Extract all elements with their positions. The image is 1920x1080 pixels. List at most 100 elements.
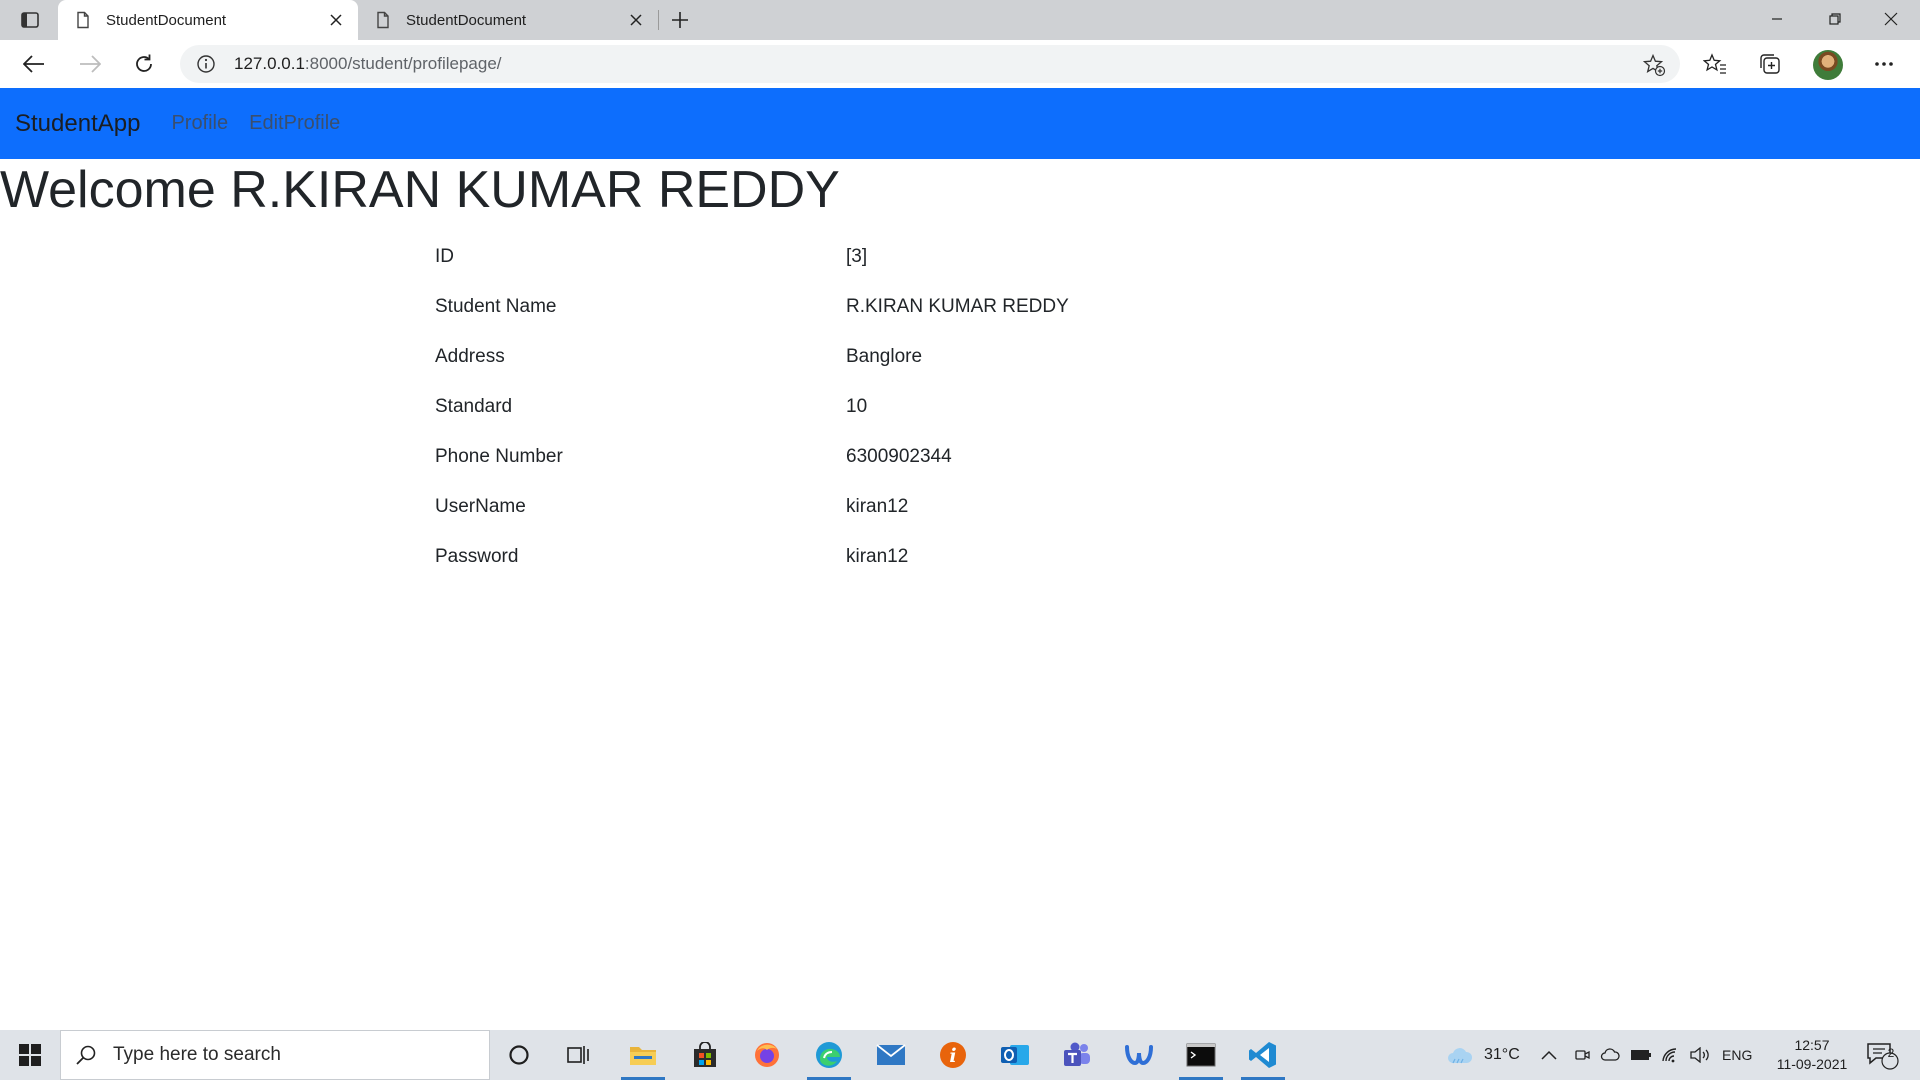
taskbar-mail[interactable] [862, 1030, 920, 1080]
table-row: Address Banglore [420, 332, 1120, 382]
start-button[interactable] [0, 1030, 60, 1080]
field-value: 6300902344 [846, 446, 952, 467]
field-value: R.KIRAN KUMAR REDDY [846, 296, 1069, 317]
url-host: 127.0.0.1 [234, 54, 305, 73]
browser-tab-strip: StudentDocument StudentDocument [0, 0, 1920, 40]
tray-battery[interactable] [1630, 1030, 1652, 1080]
field-value: kiran12 [846, 546, 909, 567]
field-label: Password [435, 546, 519, 567]
field-label: UserName [435, 496, 526, 517]
collections-button[interactable] [1752, 48, 1788, 80]
profile-table: ID [3] Student Name R.KIRAN KUMAR REDDY … [420, 232, 1120, 582]
close-window-button[interactable] [1862, 0, 1920, 38]
field-label: Address [435, 346, 505, 367]
weather-temperature: 31°C [1484, 1046, 1520, 1063]
refresh-button[interactable] [126, 48, 162, 80]
search-placeholder: Type here to search [113, 1044, 281, 1065]
taskbar-teams[interactable] [1048, 1030, 1106, 1080]
tab-title: StudentDocument [406, 11, 527, 29]
table-row: Phone Number 6300902344 [420, 432, 1120, 482]
document-icon [377, 11, 389, 29]
mail-icon [876, 1044, 906, 1065]
info-app-icon: i [940, 1042, 966, 1068]
language-indicator[interactable]: ENG [1722, 1030, 1752, 1080]
edge-icon [816, 1042, 842, 1068]
nav-link-editprofile[interactable]: EditProfile [249, 112, 340, 135]
tab-actions-button[interactable] [14, 8, 46, 32]
battery-icon [1631, 1050, 1651, 1060]
table-row: ID [3] [420, 232, 1120, 282]
forward-button[interactable] [72, 48, 108, 80]
search-icon [76, 1045, 96, 1065]
taskbar-firefox[interactable] [738, 1030, 796, 1080]
taskbar-terminal[interactable] [1172, 1030, 1230, 1080]
tab-studentdocument-2[interactable]: StudentDocument [358, 0, 658, 40]
firefox-icon [755, 1043, 779, 1067]
taskbar-edge[interactable] [800, 1030, 858, 1080]
webex-icon [1125, 1045, 1153, 1066]
info-icon[interactable] [196, 54, 216, 74]
tab-close-button[interactable] [622, 6, 650, 34]
tray-volume[interactable] [1690, 1030, 1712, 1080]
windows-taskbar: Type here to search i 31°C ENG 12:57 11-… [0, 1030, 1920, 1080]
notification-center-button[interactable]: 2 [1866, 1030, 1900, 1080]
new-tab-button[interactable] [666, 6, 694, 34]
tray-overflow-button[interactable] [1541, 1030, 1557, 1080]
document-icon [77, 11, 89, 29]
close-icon [1884, 12, 1898, 26]
taskbar-clock[interactable]: 12:57 11-09-2021 [1770, 1036, 1854, 1074]
taskbar-outlook[interactable] [986, 1030, 1044, 1080]
table-row: UserName kiran12 [420, 482, 1120, 532]
profile-avatar[interactable] [1813, 50, 1843, 80]
arrow-left-icon [23, 55, 44, 73]
refresh-icon [136, 54, 152, 72]
svg-text:i: i [949, 1045, 956, 1067]
app-navbar: StudentApp Profile EditProfile [0, 88, 1920, 159]
taskbar-file-explorer[interactable] [614, 1030, 672, 1080]
weather-widget[interactable]: 31°C [1446, 1030, 1520, 1080]
clock-date: 11-09-2021 [1776, 1056, 1848, 1072]
tab-close-button[interactable] [322, 6, 350, 34]
favorites-button[interactable] [1697, 48, 1733, 80]
taskbar-webex[interactable] [1110, 1030, 1168, 1080]
windows-logo-icon [19, 1044, 41, 1066]
cortana-button[interactable] [490, 1030, 548, 1080]
folder-icon [630, 1047, 656, 1065]
taskbar-vscode[interactable] [1234, 1030, 1292, 1080]
taskbar-store[interactable] [676, 1030, 734, 1080]
settings-menu-button[interactable] [1866, 48, 1902, 80]
back-button[interactable] [16, 48, 52, 80]
restore-icon [1829, 13, 1841, 25]
add-favorite-icon[interactable] [1642, 53, 1666, 77]
favorites-icon [1703, 53, 1726, 74]
collections-icon [1760, 54, 1780, 74]
task-view-button[interactable] [550, 1030, 608, 1080]
store-bag-icon [694, 1042, 716, 1067]
tab-studentdocument-1[interactable]: StudentDocument [58, 0, 358, 40]
taskbar-search-input[interactable]: Type here to search [60, 1030, 490, 1080]
cloud-icon [1600, 1048, 1620, 1061]
camera-icon [1575, 1050, 1590, 1060]
more-dots-icon [1875, 62, 1893, 66]
close-icon [630, 14, 642, 26]
teams-icon [1064, 1042, 1090, 1066]
arrow-right-icon [80, 55, 101, 73]
table-row: Standard 10 [420, 382, 1120, 432]
tray-network[interactable] [1661, 1030, 1681, 1080]
minimize-button[interactable] [1748, 0, 1806, 38]
page-title: Welcome R.KIRAN KUMAR REDDY [0, 161, 840, 219]
vscode-icon [1249, 1042, 1276, 1068]
speaker-icon [1690, 1047, 1709, 1063]
tray-meet-now[interactable] [1574, 1030, 1590, 1080]
restore-button[interactable] [1806, 0, 1864, 38]
address-bar[interactable]: 127.0.0.1:8000/student/profilepage/ [180, 45, 1680, 83]
tray-onedrive[interactable] [1600, 1030, 1620, 1080]
field-label: Phone Number [435, 446, 563, 467]
navbar-brand[interactable]: StudentApp [15, 110, 140, 138]
nav-link-profile[interactable]: Profile [171, 112, 228, 135]
weather-cloud-icon [1448, 1048, 1473, 1064]
chevron-up-icon [1541, 1050, 1557, 1060]
close-icon [330, 14, 342, 26]
taskbar-info-app[interactable]: i [924, 1030, 982, 1080]
url-text: 127.0.0.1:8000/student/profilepage/ [234, 54, 502, 74]
